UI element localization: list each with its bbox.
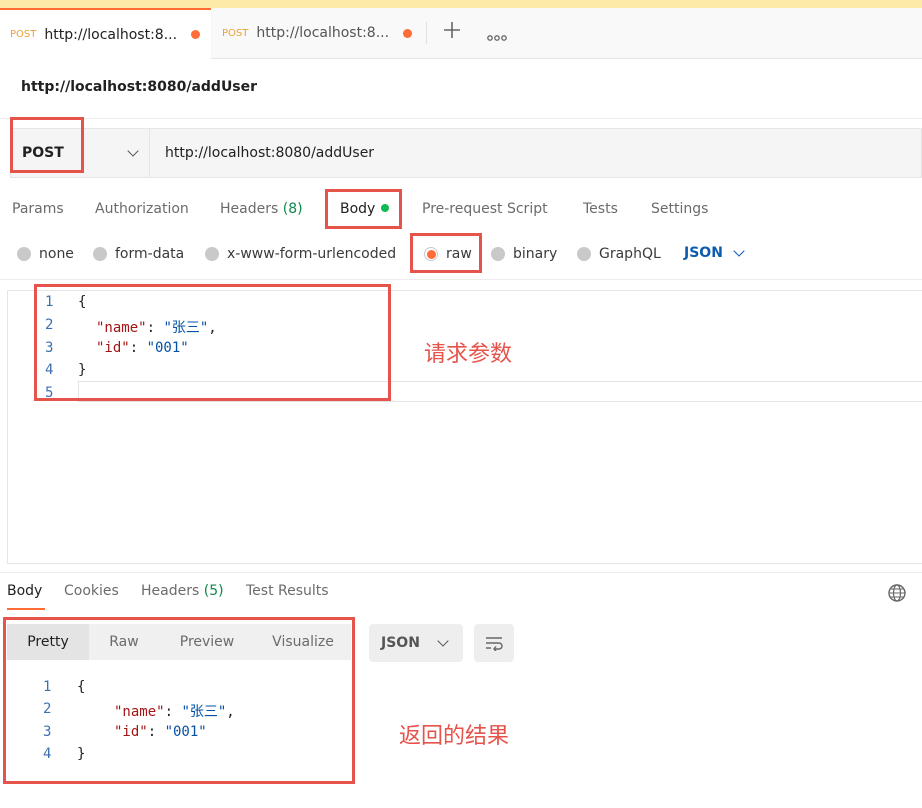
body-format-select[interactable]: JSON — [684, 245, 745, 261]
tab-divider — [426, 22, 427, 44]
request-tab[interactable]: POST http://localhost:8... — [0, 8, 211, 59]
url-text: http://localhost:8080/addUser — [165, 145, 375, 161]
radio-urlencoded[interactable]: x-www-form-urlencoded — [205, 246, 396, 262]
resp-tab-body[interactable]: Body — [7, 583, 42, 599]
radio-graphql[interactable]: GraphQL — [577, 246, 661, 262]
tab-headers[interactable]: Headers (8) — [220, 201, 303, 217]
response-tabs: Body Cookies Headers (5) Test Results — [0, 583, 922, 607]
tab-prerequest[interactable]: Pre-request Script — [422, 201, 548, 217]
radio-label: binary — [513, 246, 558, 262]
radio-circle-icon — [577, 247, 591, 261]
more-tabs-button[interactable] — [487, 27, 507, 46]
request-title[interactable]: http://localhost:8080/addUser — [21, 79, 257, 95]
highlight-response-body — [3, 617, 355, 784]
globe-icon — [888, 584, 906, 602]
highlight-raw — [410, 233, 482, 273]
radio-none[interactable]: none — [17, 246, 74, 262]
format-label: JSON — [381, 635, 420, 651]
resp-tab-headers[interactable]: Headers (5) — [141, 583, 224, 599]
radio-label: form-data — [115, 246, 185, 262]
format-label: JSON — [684, 245, 723, 261]
headers-count: (8) — [282, 201, 303, 217]
new-tab-button[interactable] — [443, 21, 461, 43]
more-icon — [487, 35, 507, 41]
radio-label: GraphQL — [599, 246, 661, 262]
plus-icon — [444, 22, 460, 38]
tab-title: http://localhost:8... — [44, 26, 178, 43]
chevron-down-icon — [437, 635, 449, 647]
radio-circle-icon — [93, 247, 107, 261]
divider — [0, 572, 922, 573]
radio-binary[interactable]: binary — [491, 246, 557, 262]
tab-strip: POST http://localhost:8... POST http://l… — [0, 8, 922, 59]
tab-method: POST — [10, 29, 37, 40]
resp-headers-label: Headers — [141, 583, 200, 599]
response-format-select[interactable]: JSON — [369, 624, 463, 662]
chevron-down-icon — [733, 245, 745, 257]
window-top-bar — [0, 0, 922, 8]
radio-label: none — [39, 246, 74, 262]
active-tab-underline — [7, 608, 45, 610]
network-info-button[interactable] — [887, 583, 907, 607]
resp-tab-cookies[interactable]: Cookies — [64, 583, 119, 599]
radio-circle-icon — [491, 247, 505, 261]
resp-tab-test-results[interactable]: Test Results — [246, 583, 329, 599]
highlight-body-tab — [325, 189, 402, 229]
request-tabs: Params Authorization Headers (8) Body Pr… — [0, 196, 922, 222]
tab-method: POST — [222, 27, 249, 39]
chevron-down-icon — [127, 145, 139, 157]
url-input[interactable]: http://localhost:8080/addUser — [150, 128, 922, 178]
divider — [0, 279, 922, 280]
radio-circle-icon — [205, 247, 219, 261]
annotation-response-result: 返回的结果 — [399, 724, 510, 749]
annotation-request-params: 请求参数 — [424, 342, 513, 367]
divider — [0, 118, 922, 119]
tab-title: http://localhost:8... — [256, 25, 390, 41]
tab-settings[interactable]: Settings — [651, 201, 708, 217]
radio-form-data[interactable]: form-data — [93, 246, 184, 262]
tab-params[interactable]: Params — [12, 201, 64, 217]
tab-tests[interactable]: Tests — [583, 201, 618, 217]
resp-headers-count: (5) — [203, 583, 224, 599]
radio-circle-icon — [17, 247, 31, 261]
wrap-icon — [486, 637, 503, 651]
unsaved-dot-icon — [191, 30, 201, 39]
radio-label: x-www-form-urlencoded — [227, 246, 397, 262]
request-tab[interactable]: POST http://localhost:8... — [212, 8, 422, 58]
tab-authorization[interactable]: Authorization — [95, 201, 189, 217]
unsaved-dot-icon — [403, 28, 412, 38]
tab-headers-label: Headers — [220, 201, 279, 217]
highlight-request-body — [34, 284, 391, 401]
highlight-method — [10, 117, 84, 173]
wrap-lines-button[interactable] — [474, 624, 514, 662]
